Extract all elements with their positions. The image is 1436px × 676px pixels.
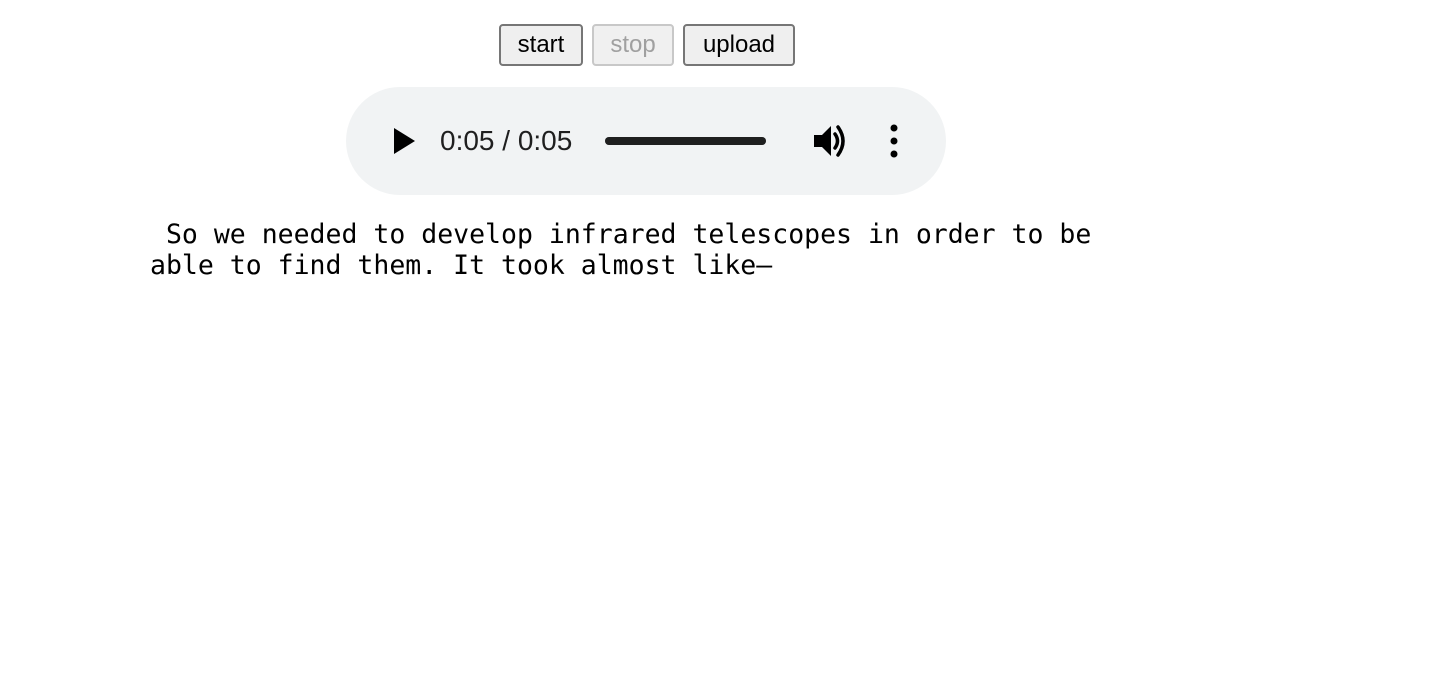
more-options-icon[interactable] bbox=[878, 121, 910, 161]
stop-button: stop bbox=[592, 24, 674, 66]
volume-icon[interactable] bbox=[808, 121, 852, 161]
upload-button[interactable]: upload bbox=[683, 24, 795, 66]
start-button[interactable]: start bbox=[499, 24, 583, 66]
time-display: 0:05 / 0:05 bbox=[440, 125, 573, 156]
seek-bar-progress bbox=[605, 137, 766, 145]
transcript-text: So we needed to develop infrared telesco… bbox=[150, 219, 1092, 281]
play-icon[interactable] bbox=[384, 121, 424, 161]
recording-controls: start stop upload bbox=[499, 24, 795, 66]
seek-bar[interactable] bbox=[605, 137, 766, 145]
